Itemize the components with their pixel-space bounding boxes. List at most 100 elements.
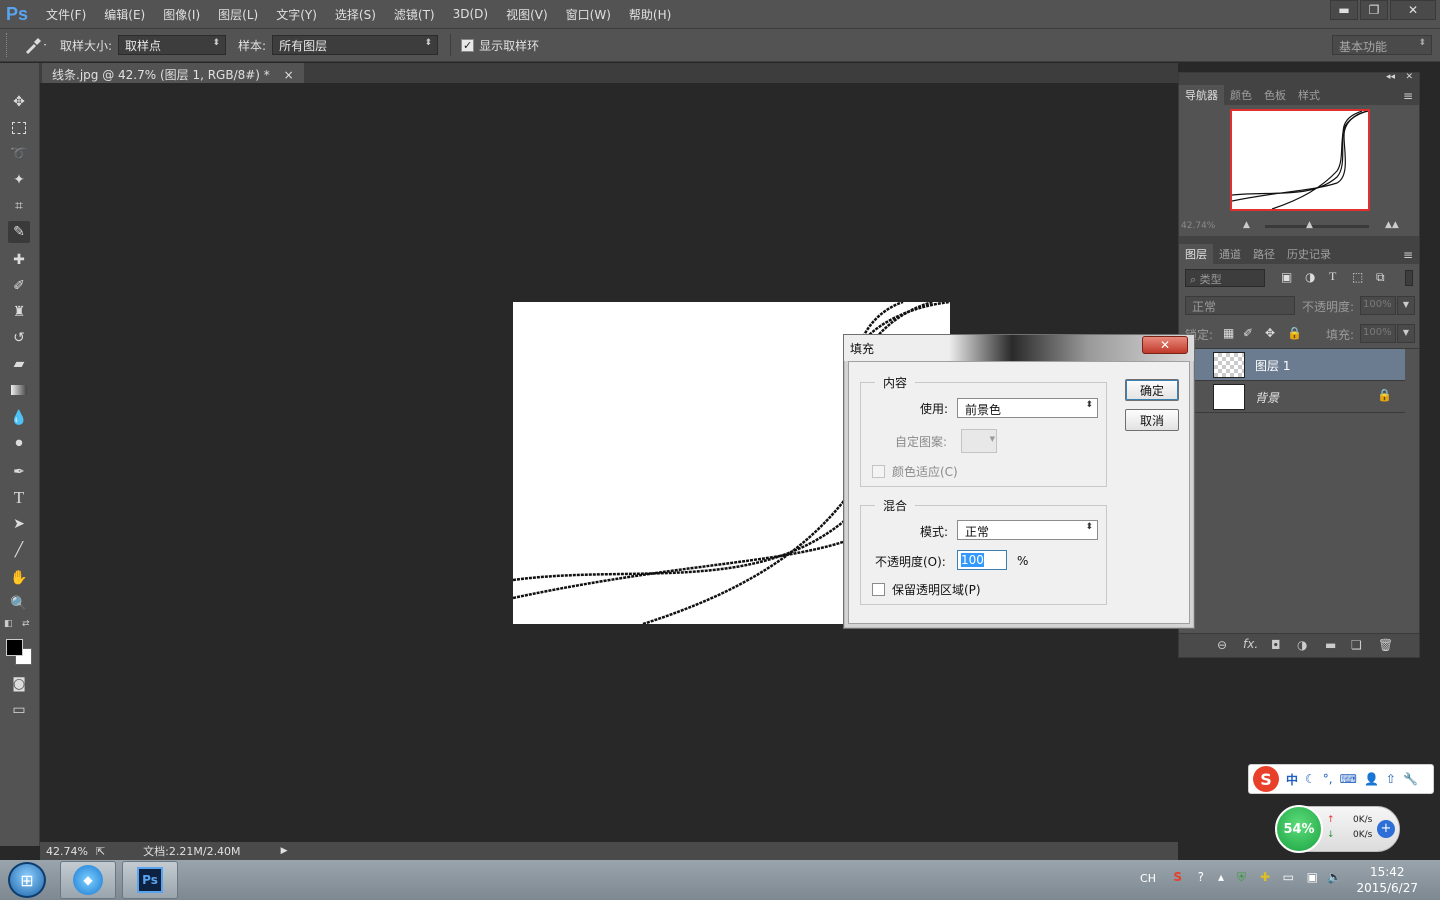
tab-styles[interactable]: 样式 (1292, 85, 1326, 105)
clock[interactable]: 15:42 2015/6/27 (1356, 864, 1418, 896)
sample-select[interactable]: 所有图层 ⬍ (272, 35, 439, 55)
lock-position-icon[interactable]: ✥ (1265, 326, 1275, 340)
add-mask-icon[interactable]: ◘ (1271, 638, 1281, 652)
move-tool-icon[interactable]: ✥ (8, 91, 30, 113)
filter-type-icon[interactable]: T (1329, 269, 1336, 284)
antivirus-icon[interactable]: ✚ (1260, 870, 1270, 884)
help-icon[interactable]: ? (1198, 870, 1204, 884)
zoom-tool-icon[interactable]: 🔍 (8, 593, 30, 615)
menu-filter[interactable]: 滤镜(T) (388, 6, 441, 23)
export-icon[interactable]: ⇱ (96, 845, 105, 858)
zoom-in-icon[interactable]: ▲▲ (1385, 220, 1399, 230)
filter-toggle[interactable] (1405, 270, 1413, 286)
menu-help[interactable]: 帮助(H) (623, 6, 677, 23)
filter-adjustment-icon[interactable]: ◑ (1305, 270, 1315, 284)
menu-edit[interactable]: 编辑(E) (98, 6, 151, 23)
magic-wand-tool-icon[interactable]: ✦ (8, 169, 30, 191)
skin-icon[interactable]: ⇧ (1386, 772, 1396, 786)
tab-paths[interactable]: 路径 (1247, 244, 1281, 264)
line-tool-icon[interactable]: ╱ (8, 539, 30, 561)
mode-select[interactable]: 正常 ⬍ (957, 520, 1098, 540)
eyedropper-tool-icon[interactable]: ✎ (8, 221, 30, 243)
menu-image[interactable]: 图像(I) (157, 6, 206, 23)
volume-icon[interactable]: 🔈 (1327, 870, 1342, 884)
menu-file[interactable]: 文件(F) (40, 6, 92, 23)
hand-tool-icon[interactable]: ✋ (8, 567, 30, 589)
layer-filter-select[interactable]: ⌕ 类型 (1185, 269, 1265, 287)
adjustment-layer-icon[interactable]: ◑ (1297, 638, 1307, 652)
zoom-out-icon[interactable]: ▲ (1243, 220, 1250, 230)
crop-tool-icon[interactable]: ⌗ (8, 195, 30, 217)
custom-pattern-picker[interactable]: ▼ (961, 429, 997, 453)
tab-history[interactable]: 历史记录 (1281, 244, 1337, 264)
moon-icon[interactable]: ☾ (1305, 772, 1316, 786)
layer-opacity-field[interactable]: 100% (1360, 296, 1396, 315)
navigator-zoom-slider[interactable] (1265, 225, 1369, 228)
lasso-tool-icon[interactable]: ➰ (8, 143, 30, 165)
menu-type[interactable]: 文字(Y) (270, 6, 323, 23)
blur-tool-icon[interactable]: 💧 (8, 407, 30, 429)
layer-row[interactable]: ▸ 图层 1 (1179, 349, 1405, 381)
collapse-panel-icon[interactable]: ◂◂ (1386, 72, 1395, 82)
layer-name[interactable]: 图层 1 (1255, 357, 1290, 374)
layer-style-icon[interactable]: fx. (1243, 637, 1258, 651)
chevron-down-icon[interactable]: ▼ (1397, 296, 1415, 315)
show-ring-checkbox[interactable]: ✓ (461, 38, 475, 52)
zoom-level[interactable]: 42.74% (46, 845, 88, 858)
opacity-input[interactable]: 100 (957, 550, 1007, 570)
tray-expand-icon[interactable]: ▴ (1218, 870, 1224, 884)
network-device-icon[interactable]: ▭ (1283, 870, 1294, 884)
minimize-button[interactable]: ▬ (1330, 0, 1358, 20)
punctuation-icon[interactable]: °, (1323, 772, 1333, 786)
color-adapt-checkbox[interactable] (872, 465, 885, 478)
filter-smart-object-icon[interactable]: ⧉ (1376, 270, 1385, 285)
tab-channels[interactable]: 通道 (1213, 244, 1247, 264)
close-tab-icon[interactable]: × (284, 68, 294, 82)
restore-button[interactable]: ❐ (1360, 0, 1388, 20)
close-window-button[interactable]: ✕ (1390, 0, 1436, 20)
foreground-color-swatch[interactable] (6, 639, 23, 656)
fill-field[interactable]: 100% (1360, 324, 1396, 343)
clone-stamp-tool-icon[interactable]: ♜ (8, 301, 30, 323)
pen-tool-icon[interactable]: ✒ (8, 461, 30, 483)
menu-layer[interactable]: 图层(L) (212, 6, 264, 23)
keyboard-icon[interactable]: ⌨ (1340, 772, 1357, 786)
layer-name[interactable]: 背景 (1255, 389, 1279, 406)
cancel-button[interactable]: 取消 (1125, 409, 1179, 431)
workspace-select[interactable]: 基本功能 ⬍ (1332, 35, 1432, 55)
swap-colors-icon[interactable]: ⇄ (22, 619, 30, 629)
panel-menu-icon[interactable]: ≡ (1397, 246, 1419, 264)
sogou-tray-icon[interactable]: S (1173, 870, 1182, 884)
chevron-down-icon[interactable]: ▼ (1397, 324, 1415, 343)
quick-mask-icon[interactable]: ◙ (8, 673, 30, 695)
marquee-tool-icon[interactable] (8, 117, 30, 139)
zoom-slider-handle-icon[interactable]: ▲ (1306, 220, 1313, 230)
tab-swatches[interactable]: 色板 (1258, 85, 1292, 105)
status-menu-arrow-icon[interactable]: ▶ (281, 846, 288, 856)
type-tool-icon[interactable]: T (8, 487, 30, 509)
layer-row[interactable]: ▸ 背景 🔒 (1179, 381, 1405, 413)
document-tab[interactable]: 线条.jpg @ 42.7% (图层 1, RGB/8#) * × (42, 63, 304, 83)
tab-navigator[interactable]: 导航器 (1179, 85, 1224, 105)
ok-button[interactable]: 确定 (1125, 379, 1179, 401)
network-monitor-widget[interactable]: 54% ↑ 0K/s ↓ 0K/s + (1275, 805, 1400, 853)
new-layer-icon[interactable]: ❏ (1351, 638, 1362, 652)
lock-paint-icon[interactable]: ✐ (1243, 326, 1253, 340)
trash-icon[interactable]: 🗑 (1378, 638, 1393, 652)
link-layers-icon[interactable]: ⊖ (1217, 638, 1227, 652)
sample-size-select[interactable]: 取样点 ⬍ (118, 35, 227, 55)
dodge-tool-icon[interactable]: ⚫ (8, 433, 30, 455)
history-brush-tool-icon[interactable]: ↺ (8, 327, 30, 349)
group-folder-icon[interactable]: ▬ (1325, 638, 1336, 652)
lock-transparent-icon[interactable]: ▦ (1223, 326, 1234, 340)
add-icon[interactable]: + (1377, 820, 1395, 838)
navigator-thumbnail[interactable] (1230, 109, 1370, 211)
menu-window[interactable]: 窗口(W) (560, 6, 617, 23)
healing-brush-tool-icon[interactable]: ✚ (8, 249, 30, 271)
use-select[interactable]: 前景色 ⬍ (957, 398, 1098, 418)
eraser-tool-icon[interactable]: ▰ (8, 353, 30, 375)
filter-shape-icon[interactable]: ⬚ (1352, 270, 1363, 284)
default-colors-icon[interactable]: ◧ (4, 619, 13, 629)
monitor-icon[interactable]: ▣ (1307, 870, 1318, 884)
user-icon[interactable]: 👤 (1364, 772, 1379, 786)
